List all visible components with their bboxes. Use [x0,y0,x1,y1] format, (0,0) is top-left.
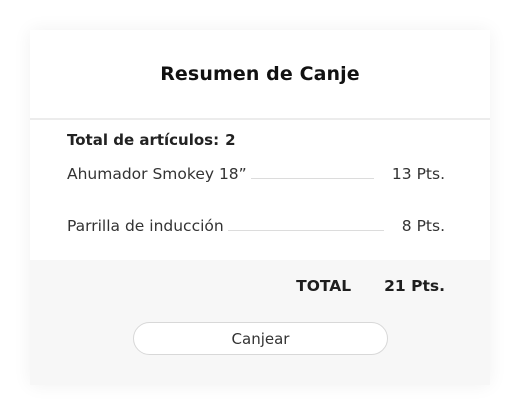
item-points: 8 Pts. [401,217,445,235]
item-count-value: 2 [225,131,236,149]
list-item: Parrilla de inducción 8 Pts. [67,217,445,235]
item-name: Parrilla de inducción [67,217,224,235]
total-label: TOTAL [296,277,352,295]
redemption-summary-card: Resumen de Canje Total de artículos: 2 Ah… [30,30,490,385]
item-count: Total de artículos: 2 [67,131,236,149]
redeem-button[interactable]: Canjear [133,322,388,355]
dotted-leader [227,229,384,231]
card-header: Resumen de Canje [30,30,490,120]
items-section: Total de artículos: 2 Ahumador Smokey 18”… [30,120,490,260]
total-row: TOTAL 21 Pts. [296,277,445,295]
list-item: Ahumador Smokey 18” 13 Pts. [67,165,445,183]
total-value: 21 Pts. [384,277,445,295]
dotted-leader [250,177,374,179]
card-title: Resumen de Canje [160,63,360,85]
item-name: Ahumador Smokey 18” [67,165,247,183]
total-footer: TOTAL 21 Pts. Canjear [30,260,490,385]
item-count-label: Total de artículos: [67,131,220,149]
item-points: 13 Pts. [391,165,445,183]
